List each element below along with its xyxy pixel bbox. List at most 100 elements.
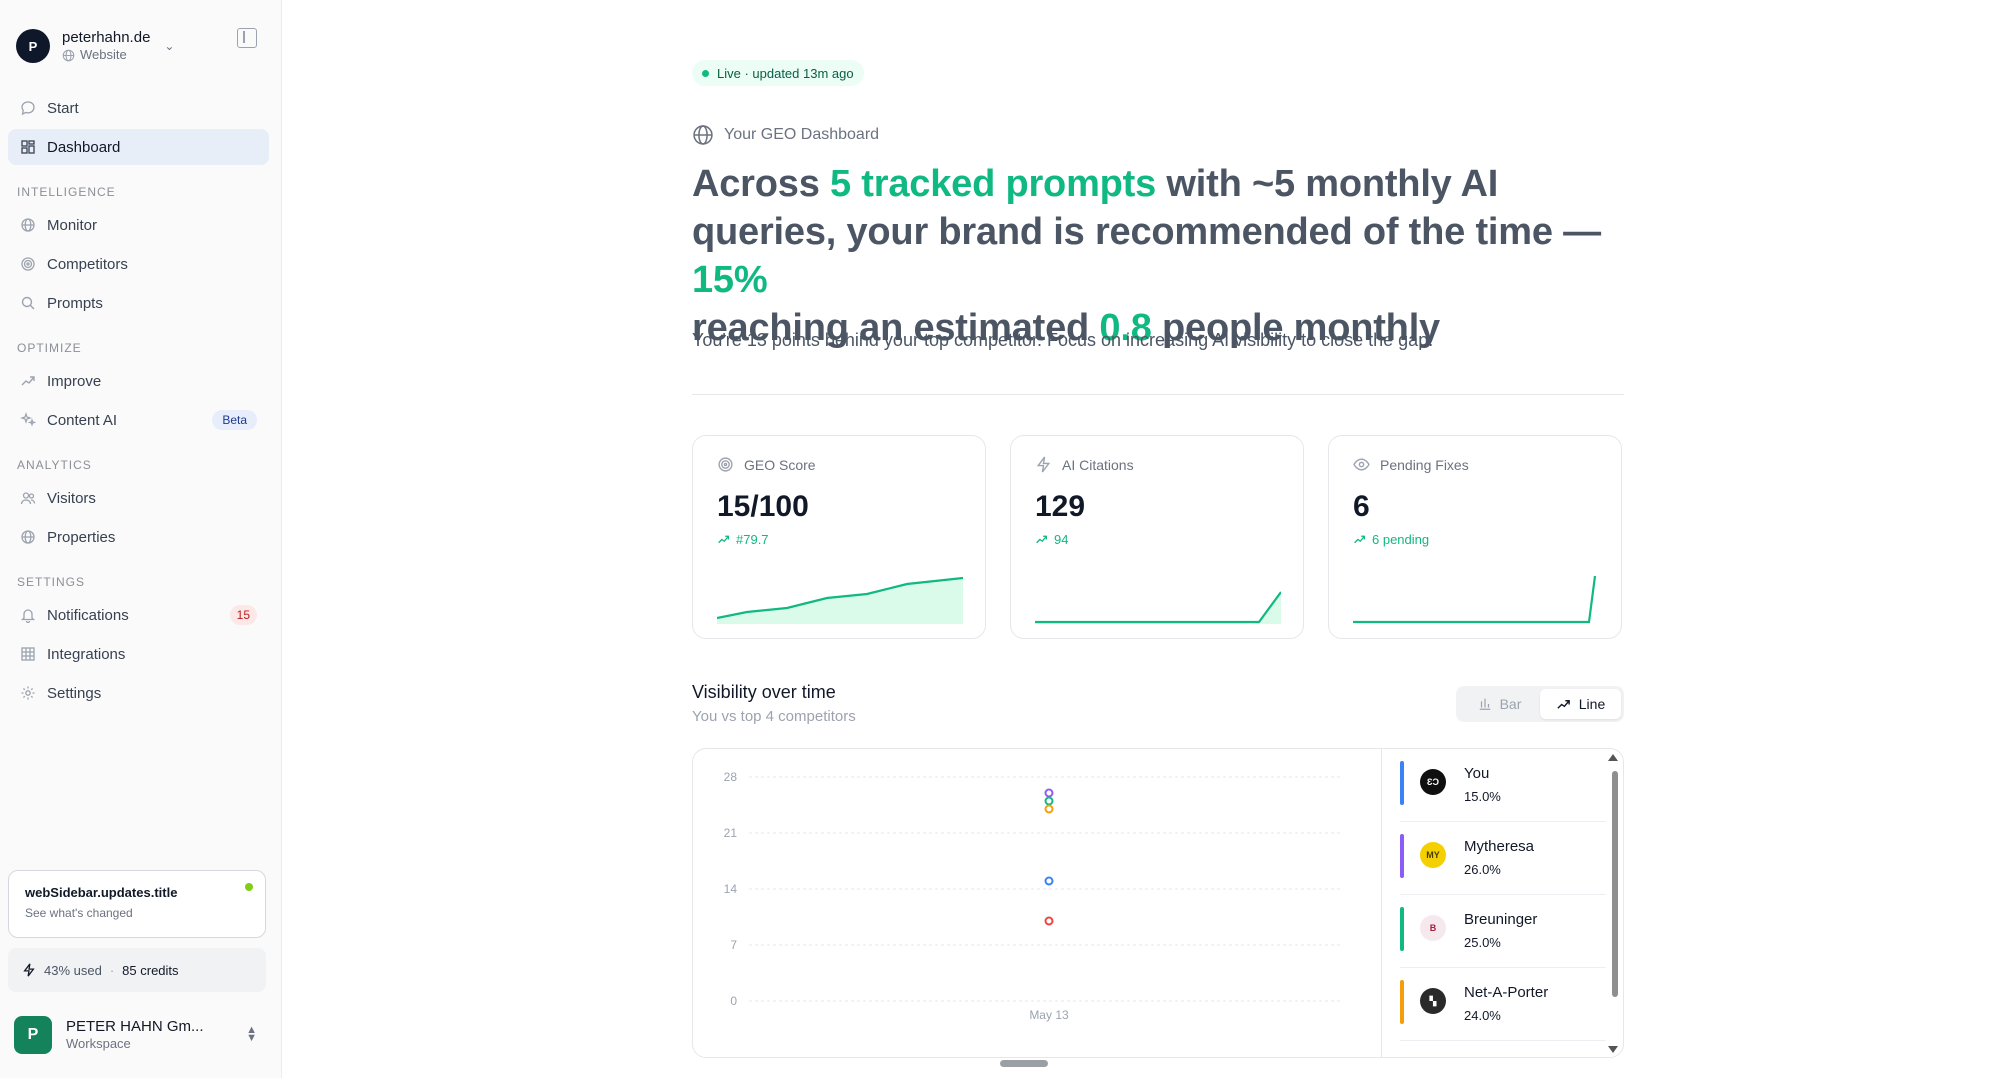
toggle-bar[interactable]: Bar [1459, 689, 1540, 719]
chart-plot-area: 0 7 14 21 28 May 13 [693, 749, 1381, 1057]
sidebar-nav: Start Dashboard INTELLIGENCE Monitor Com… [8, 90, 269, 714]
sidebar-item-label: Visitors [47, 489, 96, 507]
kpi-card-geo-score[interactable]: GEO Score 15/100 #79.7 [692, 435, 986, 639]
users-icon [20, 490, 36, 506]
headline-highlight-share: 15% [692, 259, 768, 301]
sidebar-item-properties[interactable]: Properties [8, 519, 269, 555]
eye-icon [1353, 458, 1370, 471]
legend-color-bar [1400, 980, 1404, 1024]
chevron-down-icon: ⌄ [164, 39, 175, 53]
target-icon [718, 457, 733, 472]
org-sub: Workspace [66, 1036, 131, 1052]
headline-highlight-prompts: 5 tracked prompts [830, 163, 1157, 205]
horizontal-scrollbar[interactable] [1000, 1060, 1048, 1067]
updates-subtitle: See what's changed [25, 906, 133, 920]
kpi-trend: 6 pending [1372, 532, 1430, 547]
sidebar-item-improve[interactable]: Improve [8, 363, 269, 399]
chart-type-toggle: Bar Line [1456, 686, 1624, 722]
globe-icon [693, 125, 713, 145]
section-settings: SETTINGS [17, 575, 86, 589]
visibility-subtitle: You vs top 4 competitors [692, 708, 856, 725]
data-point-net-a-porter[interactable] [1044, 804, 1054, 814]
sidebar-item-notifications[interactable]: Notifications 15 [8, 597, 269, 633]
org-avatar: P [14, 1016, 52, 1054]
toggle-bar-label: Bar [1499, 696, 1522, 712]
sidebar-item-prompts[interactable]: Prompts [8, 285, 269, 321]
table-grid-icon [20, 646, 36, 662]
kpi-trend: #79.7 [736, 532, 769, 547]
section-analytics: ANALYTICS [17, 458, 92, 472]
updates-title: webSidebar.updates.title [25, 885, 178, 900]
sidebar-item-label: Properties [47, 528, 116, 546]
legend-item[interactable]: ▚ Net-A-Porter 24.0% [1400, 968, 1606, 1041]
credits-usage[interactable]: 43% used · 85 credits [8, 948, 266, 992]
trending-up-icon [1354, 535, 1366, 544]
kpi-card-pending-fixes[interactable]: Pending Fixes 6 6 pending [1328, 435, 1622, 639]
legend-scrollbar[interactable] [1612, 771, 1618, 997]
workspace-avatar: P [16, 29, 50, 63]
legend-name: You [1464, 765, 1490, 782]
workspace-name: peterhahn.de [62, 28, 151, 46]
legend-pct: 15.0% [1464, 789, 1501, 804]
x-tick-label: May 13 [1029, 1008, 1069, 1022]
sidebar-item-label: Prompts [47, 294, 103, 312]
y-tick-label: 21 [724, 826, 738, 840]
grid-icon [20, 139, 36, 155]
y-tick-label: 7 [730, 938, 737, 952]
scroll-down-arrow[interactable] [1608, 1046, 1618, 1053]
sparkles-icon [20, 412, 36, 428]
y-tick-label: 14 [724, 882, 738, 896]
sparkline [717, 576, 963, 624]
live-status-text: Live · updated 13m ago [717, 65, 854, 81]
trending-up-icon [1036, 535, 1048, 544]
legend-item[interactable]: MY Mytheresa 26.0% [1400, 822, 1606, 895]
lightning-icon [1036, 456, 1051, 473]
legend-name: Mytheresa [1464, 838, 1535, 855]
sidebar-item-label: Improve [47, 372, 102, 390]
sidebar-item-label: Competitors [47, 255, 128, 273]
kpi-card-ai-citations[interactable]: AI Citations 129 94 [1010, 435, 1304, 639]
trending-up-icon [718, 535, 730, 544]
live-dot [702, 69, 709, 77]
sidebar-item-integrations[interactable]: Integrations [8, 636, 269, 672]
legend-color-bar [1400, 761, 1404, 805]
sidebar-item-settings[interactable]: Settings [8, 675, 269, 711]
sidebar-item-competitors[interactable]: Competitors [8, 246, 269, 282]
scroll-up-arrow[interactable] [1608, 754, 1618, 761]
sidebar-item-label: Settings [47, 684, 102, 702]
sidebar-item-content-ai[interactable]: Content AI Beta [8, 402, 269, 438]
sidebar: P peterhahn.de Website ⌄ Start Dashboard… [0, 0, 282, 1078]
org-switcher[interactable]: P PETER HAHN Gm... Workspace ▲ ▼ [14, 1012, 267, 1058]
gear-icon [20, 685, 36, 701]
data-point-breuninger[interactable] [1044, 796, 1054, 806]
toggle-line[interactable]: Line [1540, 689, 1621, 719]
chevron-updown-icon: ▲ ▼ [246, 1024, 257, 1044]
sidebar-item-label: Dashboard [47, 138, 121, 156]
sidebar-item-start[interactable]: Start [8, 90, 269, 126]
sidebar-item-dashboard[interactable]: Dashboard [8, 129, 269, 165]
org-name: PETER HAHN Gm... [66, 1017, 204, 1035]
chart-legend: ƐƆ You 15.0% MY Mytheresa 26.0% B Breuninger 25.… [1381, 749, 1623, 1057]
kpi-value: 129 [1035, 490, 1086, 523]
new-update-dot [245, 883, 253, 891]
data-point-mytheresa[interactable] [1044, 788, 1054, 798]
search-icon [20, 295, 36, 311]
workspace-switcher[interactable]: P peterhahn.de Website ⌄ [16, 20, 265, 72]
data-point-series-4[interactable] [1044, 916, 1054, 926]
headline: Across 5 tracked prompts with ~5 monthly… [692, 160, 1632, 352]
sidebar-collapse-icon[interactable] [237, 28, 257, 48]
visibility-title: Visibility over time [692, 682, 836, 702]
sidebar-item-visitors[interactable]: Visitors [8, 480, 269, 516]
target-icon [20, 256, 36, 272]
sidebar-item-label: Integrations [47, 645, 126, 663]
data-point-you[interactable] [1044, 876, 1054, 886]
kpi-value: 15/100 [717, 490, 809, 523]
lightning-icon [23, 963, 35, 977]
legend-item[interactable]: B Breuninger 25.0% [1400, 895, 1606, 968]
credits-remaining: 85 credits [122, 962, 179, 978]
updates-card[interactable]: webSidebar.updates.title See what's chan… [8, 870, 266, 938]
sidebar-item-label: Content AI [47, 411, 118, 429]
legend-color-bar [1400, 907, 1404, 951]
legend-item[interactable]: ƐƆ You 15.0% [1400, 749, 1606, 822]
sidebar-item-monitor[interactable]: Monitor [8, 207, 269, 243]
